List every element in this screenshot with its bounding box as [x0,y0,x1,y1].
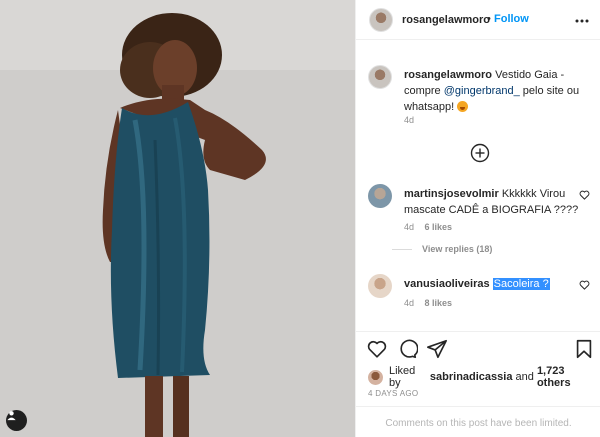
smile-emoji-icon [457,101,469,112]
comments-limited-notice: Comments on this post have been limited. [356,406,600,437]
more-options-button[interactable] [575,10,589,26]
owner-username[interactable]: rosangelawmoro [402,14,490,26]
comments-list[interactable]: rosangelawmoro Vestido Gaia - compre @gi… [356,41,600,331]
plus-circle-icon [470,143,490,163]
comment-body-selected: Sacoleira ? [492,278,550,290]
comment-meta: 4d 8 likes [404,298,460,308]
comment-meta: 4d 6 likes [404,222,460,232]
comment-username[interactable]: vanusiaoliveiras [404,278,490,290]
caption-meta: 4d [404,115,422,125]
comment-heart-icon[interactable] [579,190,590,200]
view-replies-label: View replies (18) [422,244,493,254]
comment-text: martinsjosevolmir Kkkkkk Virou mascate C… [404,186,584,218]
header-separator: • [487,13,491,25]
comment-time[interactable]: 4d [404,222,414,232]
user-icon [7,411,16,421]
more-icon [575,19,589,23]
load-more-comments-button[interactable] [470,143,490,163]
liked-others[interactable]: 1,723 others [537,365,600,389]
follow-button[interactable]: Follow [494,13,529,25]
bookmark-icon[interactable] [573,338,595,360]
liked-user[interactable]: sabrinadicassia [430,371,513,383]
comment-text: vanusiaoliveiras Sacoleira ? [404,276,584,292]
comment-username[interactable]: martinsjosevolmir [404,188,499,200]
view-replies-button[interactable]: View replies (18) [392,244,492,254]
post-time[interactable]: 4 DAYS AGO [368,389,418,398]
liked-prefix: Liked by [389,365,416,389]
liked-by-avatar[interactable] [368,369,383,385]
comment-likes[interactable]: 6 likes [425,222,453,232]
paper-plane-icon[interactable] [426,338,448,360]
replies-line [392,248,412,250]
caption-time[interactable]: 4d [404,115,414,125]
caption-avatar[interactable] [368,65,392,89]
comment-avatar[interactable] [368,274,392,298]
heart-icon[interactable] [366,338,388,360]
post-actions: Liked by sabrinadicassia and 1,723 other… [356,331,600,437]
photo-illustration [0,0,355,437]
comment-icon[interactable] [396,338,418,360]
post-photo[interactable] [0,0,355,437]
liked-mid: and [512,371,537,383]
comment-likes[interactable]: 8 likes [425,298,453,308]
comment-avatar[interactable] [368,184,392,208]
owner-avatar[interactable] [369,8,393,32]
comment-time[interactable]: 4d [404,298,414,308]
post-side-panel: rosangelawmoro • Follow rosangelawmoro V… [355,0,600,437]
caption-mention[interactable]: @gingerbrand_ [444,85,520,97]
instagram-post: rosangelawmoro • Follow rosangelawmoro V… [0,0,600,437]
liked-by-row: Liked by sabrinadicassia and 1,723 other… [368,365,600,389]
post-header: rosangelawmoro • Follow [356,0,600,40]
caption-username[interactable]: rosangelawmoro [404,69,492,81]
user-tag-button[interactable] [6,410,27,431]
caption-text: rosangelawmoro Vestido Gaia - compre @gi… [404,67,584,115]
comment-heart-icon[interactable] [579,280,590,290]
